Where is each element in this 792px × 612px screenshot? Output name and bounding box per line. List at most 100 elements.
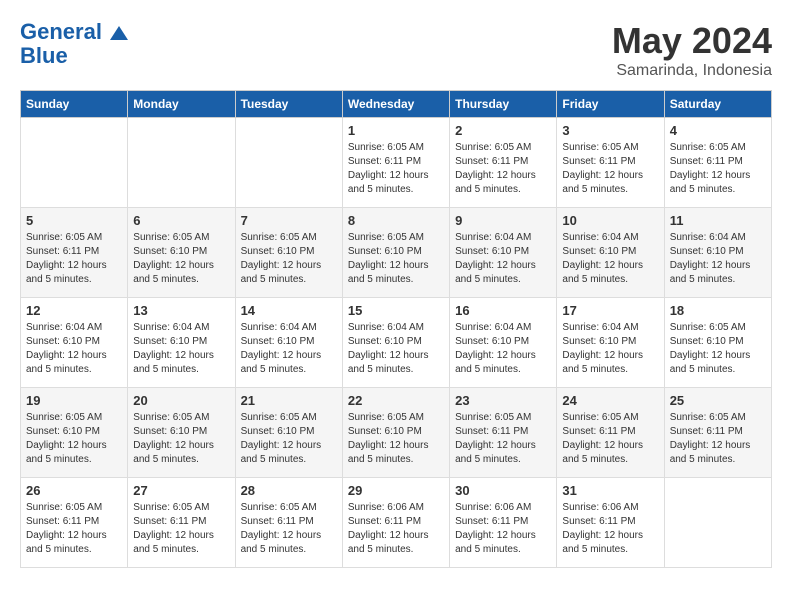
- calendar-cell: 31 Sunrise: 6:06 AM Sunset: 6:11 PM Dayli…: [557, 478, 664, 568]
- day-info: Sunrise: 6:05 AM Sunset: 6:10 PM Dayligh…: [670, 321, 766, 377]
- calendar-week-row: 12Sunrise: 6:04 AM Sunset: 6:10 PM Dayli…: [21, 298, 772, 388]
- day-info: Sunrise: 6:05 AM Sunset: 6:11 PM Dayligh…: [670, 141, 766, 197]
- day-number: 22: [348, 393, 444, 408]
- day-info: Sunrise: 6:04 AM Sunset: 6:10 PM Dayligh…: [455, 321, 551, 377]
- calendar-cell: 29 Sunrise: 6:06 AM Sunset: 6:11 PM Dayli…: [342, 478, 449, 568]
- day-info: Sunrise: 6:04 AM Sunset: 6:10 PM Dayligh…: [455, 231, 551, 287]
- weekday-header-monday: Monday: [128, 91, 235, 118]
- day-info: Sunrise: 6:05 AM Sunset: 6:11 PM Dayligh…: [562, 141, 658, 197]
- calendar-cell: 26 Sunrise: 6:05 AM Sunset: 6:11 PM Dayli…: [21, 478, 128, 568]
- calendar-cell: 27Sunrise: 6:05 AM Sunset: 6:11 PM Dayli…: [128, 478, 235, 568]
- day-info: Sunrise: 6:05 AM Sunset: 6:10 PM Dayligh…: [241, 231, 337, 287]
- day-info: Sunrise: 6:04 AM Sunset: 6:10 PM Dayligh…: [348, 321, 444, 377]
- calendar-cell: 25Sunrise: 6:05 AM Sunset: 6:11 PM Dayli…: [664, 388, 771, 478]
- day-number: 17: [562, 303, 658, 318]
- day-info: Sunrise: 6:04 AM Sunset: 6:10 PM Dayligh…: [26, 321, 122, 377]
- day-info: Sunrise: 6:05 AM Sunset: 6:11 PM Dayligh…: [348, 141, 444, 197]
- calendar-cell: [21, 118, 128, 208]
- calendar-cell: 15 Sunrise: 6:04 AM Sunset: 6:10 PM Dayli…: [342, 298, 449, 388]
- day-info: Sunrise: 6:06 AM Sunset: 6:11 PM Dayligh…: [562, 501, 658, 557]
- day-info: Sunrise: 6:05 AM Sunset: 6:10 PM Dayligh…: [133, 231, 229, 287]
- calendar-cell: 10 Sunrise: 6:04 AM Sunset: 6:10 PM Dayli…: [557, 208, 664, 298]
- calendar-cell: 2 Sunrise: 6:05 AM Sunset: 6:11 PM Daylig…: [450, 118, 557, 208]
- day-number: 29: [348, 483, 444, 498]
- day-number: 9: [455, 213, 551, 228]
- day-info: Sunrise: 6:05 AM Sunset: 6:11 PM Dayligh…: [241, 501, 337, 557]
- weekday-header-thursday: Thursday: [450, 91, 557, 118]
- calendar-cell: 28 Sunrise: 6:05 AM Sunset: 6:11 PM Dayli…: [235, 478, 342, 568]
- weekday-header-saturday: Saturday: [664, 91, 771, 118]
- page-header: General Blue May 2024 Samarinda, Indones…: [20, 20, 772, 80]
- logo-icon: [110, 26, 128, 40]
- day-info: Sunrise: 6:04 AM Sunset: 6:10 PM Dayligh…: [133, 321, 229, 377]
- day-info: Sunrise: 6:05 AM Sunset: 6:10 PM Dayligh…: [26, 411, 122, 467]
- day-number: 21: [241, 393, 337, 408]
- calendar-cell: 11 Sunrise: 6:04 AM Sunset: 6:10 PM Dayli…: [664, 208, 771, 298]
- calendar-week-row: 26 Sunrise: 6:05 AM Sunset: 6:11 PM Dayli…: [21, 478, 772, 568]
- day-number: 8: [348, 213, 444, 228]
- day-info: Sunrise: 6:04 AM Sunset: 6:10 PM Dayligh…: [562, 231, 658, 287]
- day-info: Sunrise: 6:05 AM Sunset: 6:11 PM Dayligh…: [26, 501, 122, 557]
- day-info: Sunrise: 6:04 AM Sunset: 6:10 PM Dayligh…: [670, 231, 766, 287]
- calendar-cell: 4 Sunrise: 6:05 AM Sunset: 6:11 PM Daylig…: [664, 118, 771, 208]
- logo-blue: Blue: [20, 44, 128, 68]
- day-number: 13: [133, 303, 229, 318]
- day-number: 5: [26, 213, 122, 228]
- calendar-cell: 8 Sunrise: 6:05 AM Sunset: 6:10 PM Daylig…: [342, 208, 449, 298]
- calendar-cell: 1 Sunrise: 6:05 AM Sunset: 6:11 PM Daylig…: [342, 118, 449, 208]
- calendar-cell: 16 Sunrise: 6:04 AM Sunset: 6:10 PM Dayli…: [450, 298, 557, 388]
- month-title: May 2024: [612, 20, 772, 62]
- calendar-cell: 9 Sunrise: 6:04 AM Sunset: 6:10 PM Daylig…: [450, 208, 557, 298]
- day-info: Sunrise: 6:05 AM Sunset: 6:10 PM Dayligh…: [348, 231, 444, 287]
- calendar-cell: 3 Sunrise: 6:05 AM Sunset: 6:11 PM Daylig…: [557, 118, 664, 208]
- calendar-cell: 12Sunrise: 6:04 AM Sunset: 6:10 PM Dayli…: [21, 298, 128, 388]
- day-number: 26: [26, 483, 122, 498]
- day-number: 19: [26, 393, 122, 408]
- day-info: Sunrise: 6:05 AM Sunset: 6:10 PM Dayligh…: [133, 411, 229, 467]
- calendar-week-row: 1 Sunrise: 6:05 AM Sunset: 6:11 PM Daylig…: [21, 118, 772, 208]
- weekday-header-wednesday: Wednesday: [342, 91, 449, 118]
- day-number: 14: [241, 303, 337, 318]
- day-number: 4: [670, 123, 766, 138]
- calendar-cell: 18Sunrise: 6:05 AM Sunset: 6:10 PM Dayli…: [664, 298, 771, 388]
- calendar-week-row: 19 Sunrise: 6:05 AM Sunset: 6:10 PM Dayli…: [21, 388, 772, 478]
- weekday-header-tuesday: Tuesday: [235, 91, 342, 118]
- day-number: 16: [455, 303, 551, 318]
- day-info: Sunrise: 6:05 AM Sunset: 6:11 PM Dayligh…: [455, 141, 551, 197]
- calendar-cell: 17Sunrise: 6:04 AM Sunset: 6:10 PM Dayli…: [557, 298, 664, 388]
- day-number: 28: [241, 483, 337, 498]
- day-info: Sunrise: 6:05 AM Sunset: 6:11 PM Dayligh…: [133, 501, 229, 557]
- calendar-table: SundayMondayTuesdayWednesdayThursdayFrid…: [20, 90, 772, 568]
- logo-general: General: [20, 19, 102, 44]
- weekday-header-row: SundayMondayTuesdayWednesdayThursdayFrid…: [21, 91, 772, 118]
- day-info: Sunrise: 6:05 AM Sunset: 6:11 PM Dayligh…: [670, 411, 766, 467]
- day-number: 7: [241, 213, 337, 228]
- day-info: Sunrise: 6:05 AM Sunset: 6:11 PM Dayligh…: [562, 411, 658, 467]
- day-info: Sunrise: 6:05 AM Sunset: 6:10 PM Dayligh…: [348, 411, 444, 467]
- day-number: 6: [133, 213, 229, 228]
- location-subtitle: Samarinda, Indonesia: [612, 62, 772, 80]
- calendar-cell: 30Sunrise: 6:06 AM Sunset: 6:11 PM Dayli…: [450, 478, 557, 568]
- calendar-cell: [235, 118, 342, 208]
- calendar-cell: 19 Sunrise: 6:05 AM Sunset: 6:10 PM Dayli…: [21, 388, 128, 478]
- day-info: Sunrise: 6:06 AM Sunset: 6:11 PM Dayligh…: [455, 501, 551, 557]
- day-number: 11: [670, 213, 766, 228]
- day-number: 1: [348, 123, 444, 138]
- day-number: 10: [562, 213, 658, 228]
- day-number: 15: [348, 303, 444, 318]
- calendar-cell: 13 Sunrise: 6:04 AM Sunset: 6:10 PM Dayli…: [128, 298, 235, 388]
- day-number: 2: [455, 123, 551, 138]
- calendar-cell: 6 Sunrise: 6:05 AM Sunset: 6:10 PM Daylig…: [128, 208, 235, 298]
- weekday-header-sunday: Sunday: [21, 91, 128, 118]
- title-block: May 2024 Samarinda, Indonesia: [612, 20, 772, 80]
- weekday-header-friday: Friday: [557, 91, 664, 118]
- logo: General Blue: [20, 20, 128, 68]
- calendar-cell: 5 Sunrise: 6:05 AM Sunset: 6:11 PM Daylig…: [21, 208, 128, 298]
- day-number: 3: [562, 123, 658, 138]
- day-info: Sunrise: 6:05 AM Sunset: 6:11 PM Dayligh…: [26, 231, 122, 287]
- day-number: 31: [562, 483, 658, 498]
- day-info: Sunrise: 6:06 AM Sunset: 6:11 PM Dayligh…: [348, 501, 444, 557]
- calendar-week-row: 5 Sunrise: 6:05 AM Sunset: 6:11 PM Daylig…: [21, 208, 772, 298]
- calendar-cell: 24Sunrise: 6:05 AM Sunset: 6:11 PM Dayli…: [557, 388, 664, 478]
- day-number: 23: [455, 393, 551, 408]
